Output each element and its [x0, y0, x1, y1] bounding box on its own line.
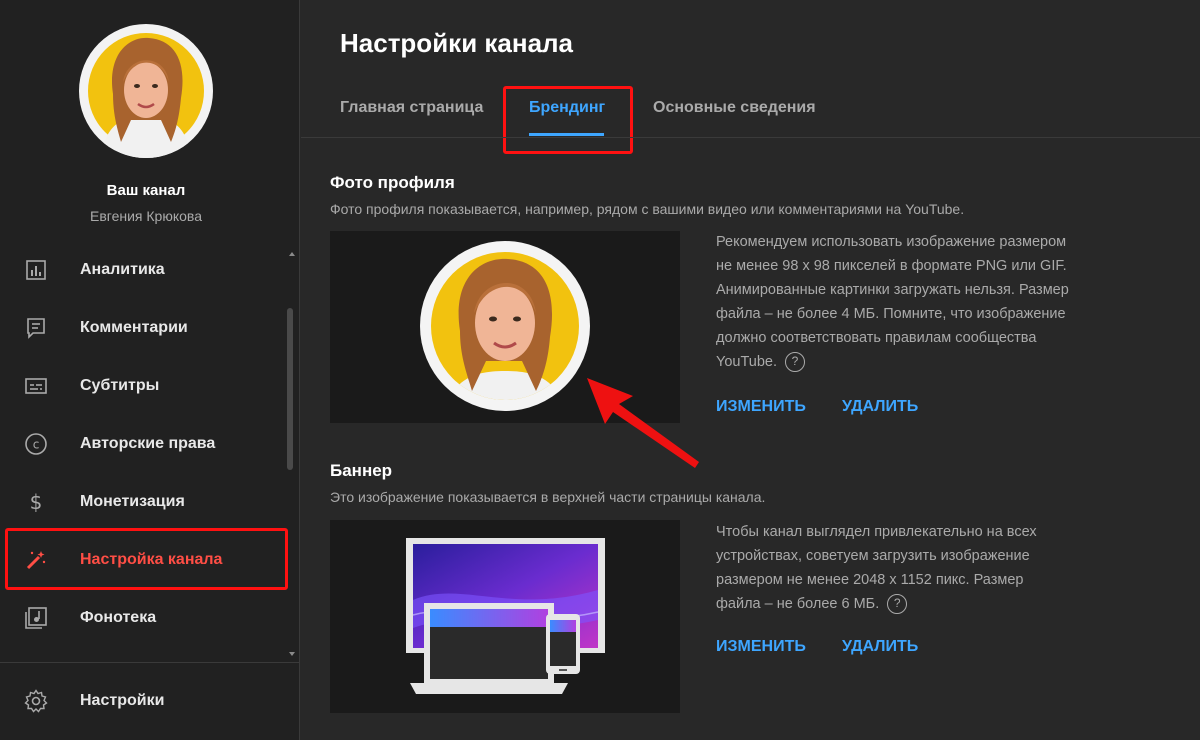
channel-title: Ваш канал: [106, 182, 186, 199]
sidebar-item-analytics[interactable]: Аналитика: [0, 242, 290, 298]
avatar-image: [88, 33, 204, 158]
main-content: Настройки канала Главная страница Бренди…: [301, 0, 1200, 740]
sidebar-item-settings[interactable]: Настройки: [0, 673, 290, 729]
sidebar-divider: [0, 662, 300, 663]
sidebar-item-monetization[interactable]: $ Монетизация: [0, 474, 290, 530]
gear-icon: [24, 689, 48, 713]
sidebar-item-label: Аналитика: [80, 261, 165, 278]
annotation-arrow-icon: [587, 378, 699, 468]
svg-text:c: c: [33, 438, 40, 452]
app-root: Ваш канал Евгения Крюкова Аналитика Комм…: [0, 0, 1200, 740]
channel-owner-name: Евгения Крюкова: [90, 208, 202, 224]
subtitles-icon: [25, 378, 47, 394]
sidebar-item-label: Монетизация: [80, 493, 185, 510]
copyright-icon: c: [25, 433, 47, 455]
sidebar-item-audio-library[interactable]: Фонотека: [0, 590, 290, 646]
channel-avatar[interactable]: [79, 24, 213, 158]
sidebar-item-label: Комментарии: [80, 319, 188, 336]
audio-library-icon: [25, 607, 47, 629]
sidebar-item-label: Фонотека: [80, 609, 157, 626]
svg-text:$: $: [30, 490, 43, 514]
scroll-down-arrow[interactable]: [289, 652, 295, 656]
sidebar-item-label: Авторские права: [80, 435, 216, 452]
sidebar-item-subtitles[interactable]: Субтитры: [0, 358, 290, 414]
sidebar-item-label: Настройки: [80, 692, 165, 709]
sidebar-item-label: Субтитры: [80, 377, 160, 394]
sidebar-item-comments[interactable]: Комментарии: [0, 300, 290, 356]
comments-icon: [27, 318, 45, 339]
sidebar: Ваш канал Евгения Крюкова Аналитика Комм…: [0, 0, 300, 740]
annotation-highlight-customization: [5, 528, 288, 590]
monetization-icon: $: [30, 490, 43, 514]
analytics-icon: [26, 260, 46, 280]
sidebar-item-copyright[interactable]: c Авторские права: [0, 416, 290, 472]
